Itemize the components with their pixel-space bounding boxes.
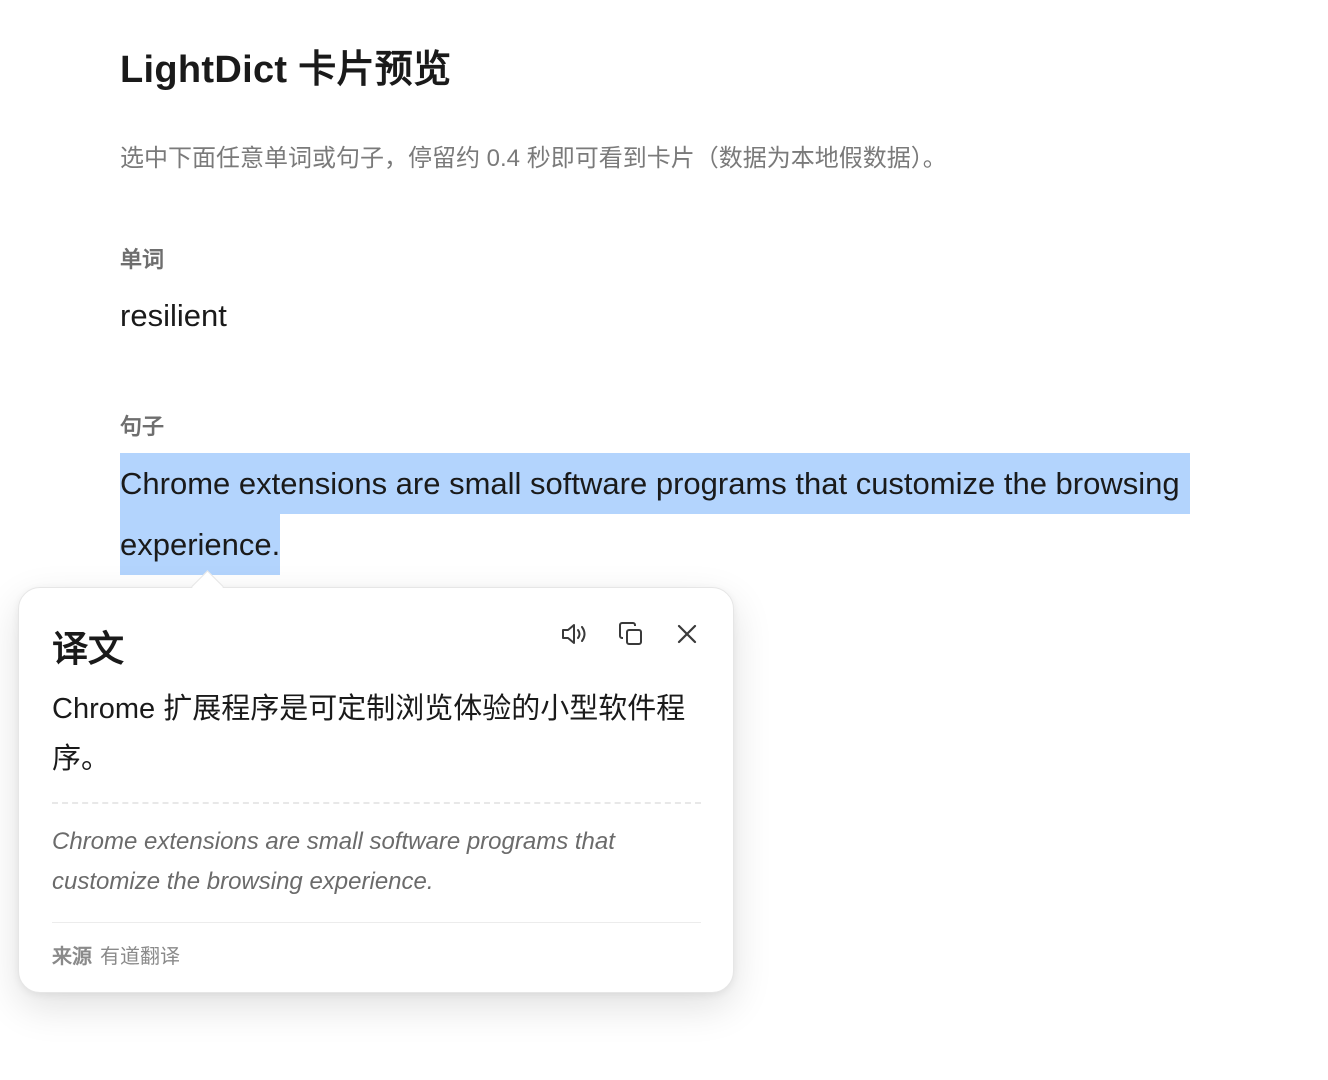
source-value: 有道翻译 [100, 946, 180, 968]
sample-sentence[interactable]: Chrome extensions are small software pro… [120, 453, 1286, 575]
solid-divider [52, 922, 701, 923]
source-line: 来源 有道翻译 [52, 940, 180, 969]
speaker-icon[interactable] [559, 618, 591, 650]
source-label: 来源 [52, 946, 92, 968]
word-section-label: 单词 [120, 247, 165, 272]
sentence-selected-line-1[interactable]: Chrome extensions are small software pro… [120, 453, 1190, 514]
close-icon[interactable] [671, 618, 703, 650]
sample-word[interactable]: resilient [120, 298, 227, 334]
card-title: 译文 [52, 628, 125, 669]
page-title: LightDict 卡片预览 [120, 49, 452, 91]
sentence-section-label: 句子 [120, 414, 165, 439]
translation-card: 译文 Chrome 扩展程序是可定制浏览体验的小型软件程序。 Chrome ex… [18, 587, 734, 993]
dashed-divider [52, 802, 701, 804]
page: LightDict 卡片预览 选中下面任意单词或句子，停留约 0.4 秒即可看到… [0, 0, 1328, 1080]
card-actions [559, 618, 703, 650]
copy-icon[interactable] [615, 618, 647, 650]
translation-text: Chrome 扩展程序是可定制浏览体验的小型软件程序。 [52, 693, 686, 775]
sentence-selected-line-2[interactable]: experience. [120, 514, 281, 575]
page-subtitle: 选中下面任意单词或句子，停留约 0.4 秒即可看到卡片（数据为本地假数据）。 [120, 145, 947, 172]
original-text: Chrome extensions are small software pro… [52, 828, 615, 895]
